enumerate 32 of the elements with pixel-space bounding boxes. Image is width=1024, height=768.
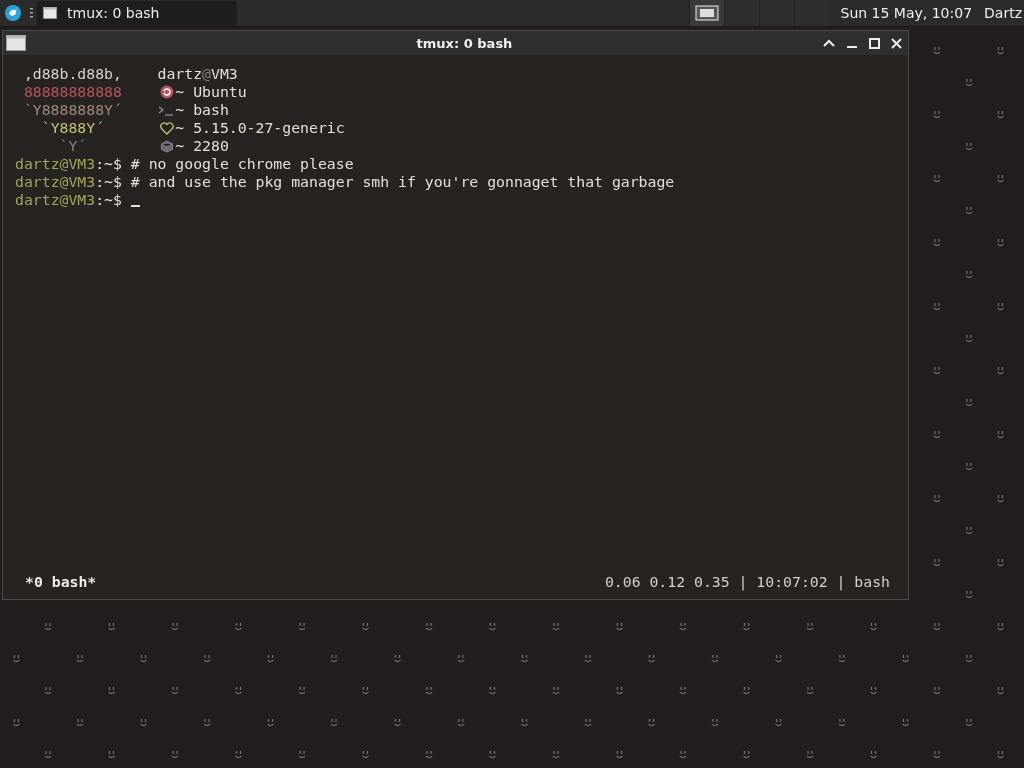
system-info-text: ~ Ubuntu [175,83,247,101]
close-icon[interactable] [891,37,902,49]
ascii-logo-line: 88888888888 [22,83,123,101]
ascii-logo-line: `Y´ [58,137,88,155]
cursor [130,205,140,207]
window-title: tmux: 0 bash [415,35,514,51]
system-info-text: ~ 2280 [175,137,229,155]
taskbar-task[interactable]: tmux: 0 bash [37,0,237,26]
ubuntu-icon [157,85,176,99]
shell-prompt: dartz@VM3:~$ [15,155,122,173]
user-name[interactable]: Dartz [984,5,1022,21]
shell-prompt: dartz@VM3:~$ [15,191,122,209]
user-host: dartz@VM3 [157,65,239,83]
ascii-logo-line: ,d88b.d88b, [22,65,123,83]
command-text: # no google chrome please [130,155,354,173]
system-info-text: ~ 5.15.0-27-generic [175,119,345,137]
command-text: # and use the pkg manager smh if you're gonnaget that garbage [130,173,675,191]
maximize-icon[interactable] [869,37,880,49]
ascii-logo-line: `Y8888888Y´ [22,101,123,119]
window-icon [694,5,719,21]
workspace-switcher[interactable] [688,0,724,26]
ascii-logo-line: `Y888Y´ [40,119,106,137]
drag-handle-icon[interactable] [30,8,33,18]
tmux-window-tab[interactable]: *0 bash* [25,573,97,591]
system-info-text: ~ bash [175,101,229,119]
window-icon [43,7,57,19]
shade-icon[interactable] [823,39,835,47]
status-info: 0.06 0.12 0.35 | 10:07:02 | bash [604,573,890,591]
heart-icon [157,121,176,135]
clock[interactable]: Sun 15 May, 10:07 [840,5,973,21]
terminal-prompt-icon [157,104,176,116]
shell-prompt: dartz@VM3:~$ [15,173,122,191]
